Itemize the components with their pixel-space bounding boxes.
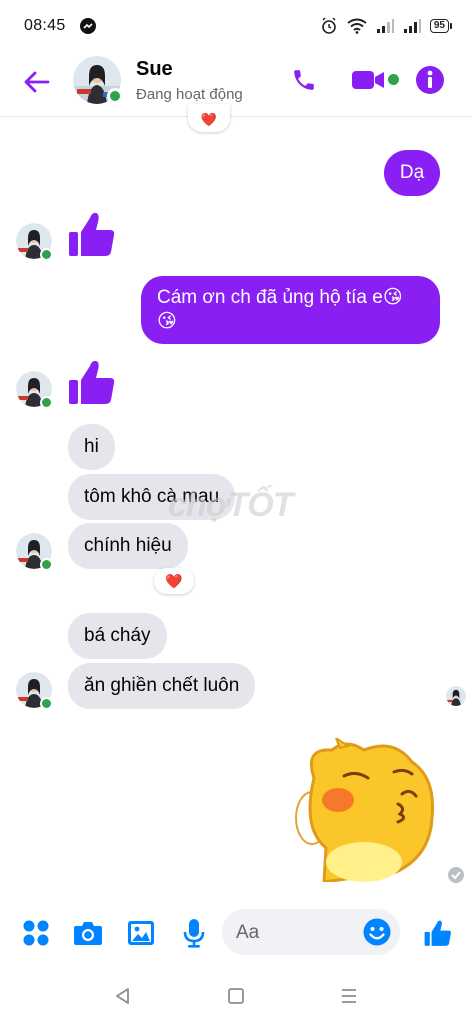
- check-circle-icon: [448, 867, 464, 883]
- video-camera-icon: [352, 71, 384, 89]
- outgoing-message[interactable]: Cám ơn ch đã ủng hộ tía e😘 😘: [141, 276, 440, 344]
- info-icon: [416, 66, 444, 94]
- four-dots-icon: [23, 920, 49, 946]
- triangle-back-icon: [116, 988, 129, 1004]
- message-composer: Aa: [0, 900, 472, 966]
- voice-button[interactable]: [178, 917, 210, 949]
- messenger-notification-icon: [79, 18, 96, 34]
- menu-lines-icon: [342, 989, 356, 1003]
- back-button[interactable]: [20, 66, 52, 98]
- nav-back-button[interactable]: [108, 981, 138, 1011]
- outgoing-message[interactable]: Dạ: [384, 150, 440, 196]
- thumbs-up-icon: [424, 920, 451, 946]
- smiley-icon[interactable]: [362, 917, 392, 947]
- thumbs-up-icon[interactable]: [68, 210, 116, 258]
- wifi-icon: [347, 18, 367, 34]
- video-call-button[interactable]: [350, 64, 386, 96]
- online-indicator: [40, 248, 53, 261]
- online-indicator: [107, 88, 123, 104]
- camera-icon: [74, 922, 102, 945]
- message-text: bá cháy: [84, 625, 151, 646]
- alarm-icon: [322, 17, 336, 34]
- heart-reaction[interactable]: ❤️: [188, 104, 230, 132]
- thumbs-up-icon[interactable]: [68, 358, 116, 406]
- video-online-dot: [388, 74, 399, 85]
- contact-status: Đang hoạt động: [136, 86, 243, 103]
- gallery-button[interactable]: [125, 917, 157, 949]
- nav-home-button[interactable]: [221, 981, 251, 1011]
- signal-icon: [376, 19, 394, 33]
- status-time: 08:45: [24, 17, 66, 34]
- chat-header: Sue Đang hoạt động: [0, 52, 472, 112]
- online-indicator: [40, 558, 53, 571]
- voice-call-button[interactable]: [288, 64, 320, 96]
- battery-icon: 95: [429, 19, 452, 33]
- image-icon: [128, 921, 154, 945]
- info-button[interactable]: [414, 64, 446, 96]
- microphone-icon: [183, 919, 205, 948]
- message-text: chính hiệu: [84, 535, 172, 556]
- status-bar: 08:45 95: [0, 0, 472, 52]
- phone-icon: [294, 70, 314, 90]
- heart-icon: ❤️: [165, 572, 183, 589]
- incoming-message[interactable]: hi: [68, 424, 115, 470]
- message-text: Dạ: [399, 162, 425, 183]
- arrow-left-icon: [24, 71, 50, 93]
- message-input[interactable]: Aa: [222, 909, 400, 955]
- heart-reaction[interactable]: ❤️: [154, 568, 194, 594]
- nav-menu-button[interactable]: [334, 981, 364, 1011]
- message-text-line1: Cám ơn ch đã ủng hộ tía e😘: [157, 287, 403, 308]
- battery-level: 95: [429, 19, 449, 33]
- message-text: hi: [84, 436, 99, 457]
- sticker-yellow-creature[interactable]: [284, 738, 440, 882]
- signal-icon-2: [403, 19, 421, 33]
- message-text: ăn ghiền chết luôn: [84, 675, 240, 696]
- square-home-icon: [228, 988, 244, 1004]
- seen-avatar: [446, 686, 466, 706]
- like-send-button[interactable]: [422, 917, 454, 949]
- status-icons: 95: [320, 17, 452, 35]
- header-divider: [0, 116, 472, 117]
- incoming-message[interactable]: ăn ghiền chết luôn: [68, 663, 256, 709]
- incoming-message[interactable]: bá cháy: [68, 613, 167, 659]
- heart-icon: ❤️: [200, 112, 218, 127]
- watermark: chợTỐT: [168, 486, 293, 524]
- system-nav-bar: [0, 975, 472, 1015]
- message-input-placeholder: Aa: [236, 922, 260, 943]
- message-text-line2: 😘: [157, 311, 177, 332]
- contact-name[interactable]: Sue: [136, 58, 173, 81]
- online-indicator: [40, 396, 53, 409]
- online-indicator: [40, 697, 53, 710]
- incoming-message[interactable]: chính hiệu: [68, 523, 188, 569]
- camera-button[interactable]: [72, 917, 104, 949]
- apps-button[interactable]: [20, 917, 52, 949]
